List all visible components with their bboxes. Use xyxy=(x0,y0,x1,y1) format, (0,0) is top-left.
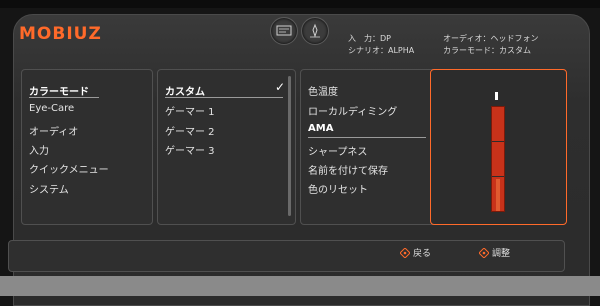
back-label: 戻る xyxy=(413,249,432,259)
detail-menu-item[interactable]: 色温度 xyxy=(308,83,338,98)
sub-menu-item[interactable]: カスタム xyxy=(165,83,205,98)
sub-menu-item[interactable]: ゲーマー 1 xyxy=(165,103,215,118)
main-menu-item[interactable]: 入力 xyxy=(29,142,49,157)
back-button[interactable]: 戻る xyxy=(400,246,431,259)
selection-underline xyxy=(165,97,283,98)
check-icon: ✓ xyxy=(275,80,286,94)
color-mode-status: カラーモード：カスタム xyxy=(443,46,531,55)
main-menu-panel: カラーモード Eye-Care オーディオ 入力 クイックメニュー システム xyxy=(21,69,153,225)
ama-level-preview xyxy=(430,69,567,225)
detail-menu-item[interactable]: ローカルディミング xyxy=(308,103,397,118)
selection-underline xyxy=(308,137,426,138)
detail-menu-item[interactable]: AMA xyxy=(308,123,333,134)
input-status: 入 力：DP xyxy=(348,34,391,43)
brand-logo: MOBIUZ xyxy=(19,24,102,44)
level-bar xyxy=(491,106,505,212)
main-menu-item[interactable]: オーディオ xyxy=(29,123,78,138)
level-indicator xyxy=(495,92,498,100)
adjust-label: 調整 xyxy=(492,249,511,259)
detail-menu-item[interactable]: シャープネス xyxy=(308,143,367,158)
detail-menu-item[interactable]: 色のリセット xyxy=(308,181,368,196)
display-mode-icon xyxy=(270,17,298,45)
dpad-center-icon xyxy=(479,248,489,258)
sub-menu-item[interactable]: ゲーマー 2 xyxy=(165,123,215,138)
detail-menu-panel: 色温度 ローカルディミング AMA シャープネス 名前を付けて保存 色のリセット xyxy=(300,69,439,225)
selection-underline xyxy=(29,97,99,98)
monitor-bezel xyxy=(0,0,600,8)
audio-status: オーディオ：ヘッドフォン xyxy=(443,34,539,43)
main-menu-item[interactable]: システム xyxy=(29,181,69,196)
scenario-status: シナリオ：ALPHA xyxy=(348,46,415,55)
sub-menu-panel: カスタム ✓ ゲーマー 1 ゲーマー 2 ゲーマー 3 xyxy=(157,69,296,225)
main-menu-item[interactable]: クイックメニュー xyxy=(29,161,109,176)
light-tuner-icon xyxy=(301,17,329,45)
sub-menu-item[interactable]: ゲーマー 3 xyxy=(165,142,215,157)
adjust-button[interactable]: 調整 xyxy=(479,246,510,259)
scrollbar[interactable] xyxy=(288,76,291,216)
dpad-left-icon xyxy=(400,248,410,258)
main-menu-item[interactable]: Eye-Care xyxy=(29,103,74,114)
detail-menu-item[interactable]: 名前を付けて保存 xyxy=(308,162,388,177)
main-menu-item[interactable]: カラーモード xyxy=(29,83,89,98)
monitor-stand xyxy=(0,276,600,296)
